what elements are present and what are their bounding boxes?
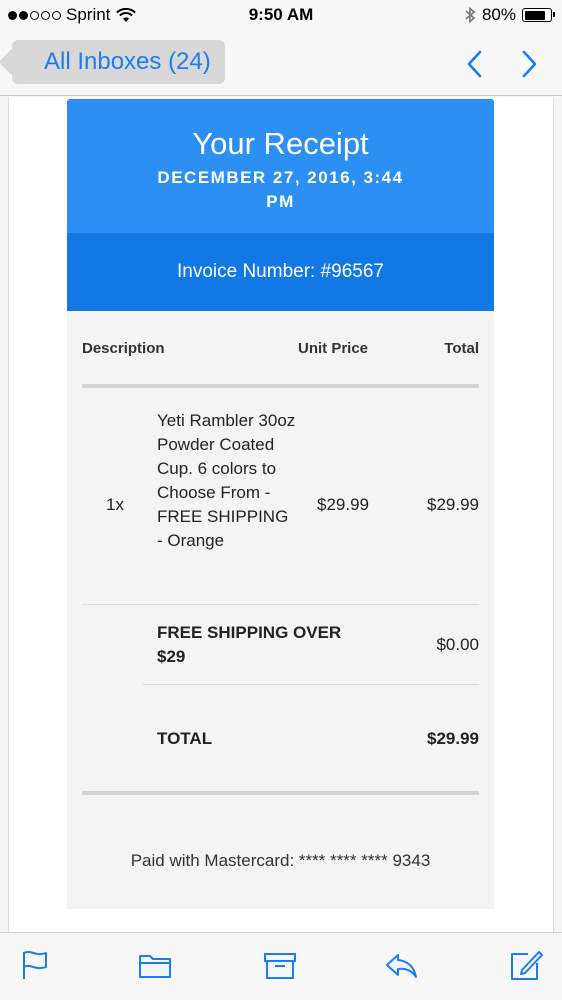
item-description: Yeti Rambler 30oz Powder Coated Cup. 6 c… (157, 411, 296, 550)
navigation-bar: All Inboxes (24) (0, 32, 562, 96)
status-right: 80% (465, 5, 555, 25)
page-edge-right (553, 97, 554, 932)
battery-percent: 80% (481, 5, 516, 24)
total-label: TOTAL (157, 729, 213, 748)
column-header-description: Description (82, 340, 165, 357)
battery-level-fill (524, 10, 545, 20)
email-body: Your Receipt DECEMBER 27, 2016, 3:44 PM … (9, 97, 553, 932)
shipping-amount: $0.00 (436, 635, 479, 654)
item-unit-price: $29.99 (317, 495, 369, 514)
column-header-total: Total (444, 340, 479, 357)
folder-icon[interactable] (137, 947, 173, 983)
status-bar: Sprint 9:50 AM 80% (0, 0, 562, 32)
chevron-up-icon[interactable] (460, 46, 490, 82)
receipt-card: Your Receipt DECEMBER 27, 2016, 3:44 PM … (67, 99, 494, 909)
archive-icon[interactable] (262, 947, 298, 983)
receipt-table: Description Unit Price Total 1x Yeti Ram… (67, 311, 494, 909)
shipping-divider (142, 684, 479, 685)
payment-method: Paid with Mastercard: **** **** **** 934… (130, 851, 431, 870)
reply-icon[interactable] (383, 947, 419, 983)
item-total: $29.99 (427, 495, 479, 514)
receipt-title: Your Receipt (192, 126, 369, 161)
receipt-header: Your Receipt DECEMBER 27, 2016, 3:44 PM (67, 99, 494, 233)
flag-icon[interactable] (17, 947, 53, 983)
item-divider (82, 604, 479, 605)
mail-app: Sprint 9:50 AM 80% All Inboxes (24) Your… (0, 0, 562, 1000)
back-button-label: All Inboxes (24) (44, 48, 211, 75)
back-to-inboxes-button[interactable]: All Inboxes (24) (12, 40, 225, 84)
battery-icon (522, 8, 555, 22)
total-amount: $29.99 (427, 729, 479, 748)
message-content[interactable]: Your Receipt DECEMBER 27, 2016, 3:44 PM … (0, 97, 562, 932)
receipt-date: DECEMBER 27, 2016, 3:44 PM (157, 168, 404, 211)
bluetooth-icon (465, 6, 476, 24)
total-divider (82, 791, 479, 795)
bottom-toolbar (0, 932, 562, 1000)
invoice-number: Invoice Number: #96567 (67, 233, 494, 311)
shipping-label: FREE SHIPPING OVER $29 (157, 623, 342, 666)
chevron-down-icon[interactable] (514, 46, 544, 82)
header-divider (82, 384, 479, 388)
compose-icon[interactable] (508, 947, 544, 983)
column-header-unit-price: Unit Price (298, 340, 369, 357)
item-quantity: 1x (106, 495, 124, 514)
